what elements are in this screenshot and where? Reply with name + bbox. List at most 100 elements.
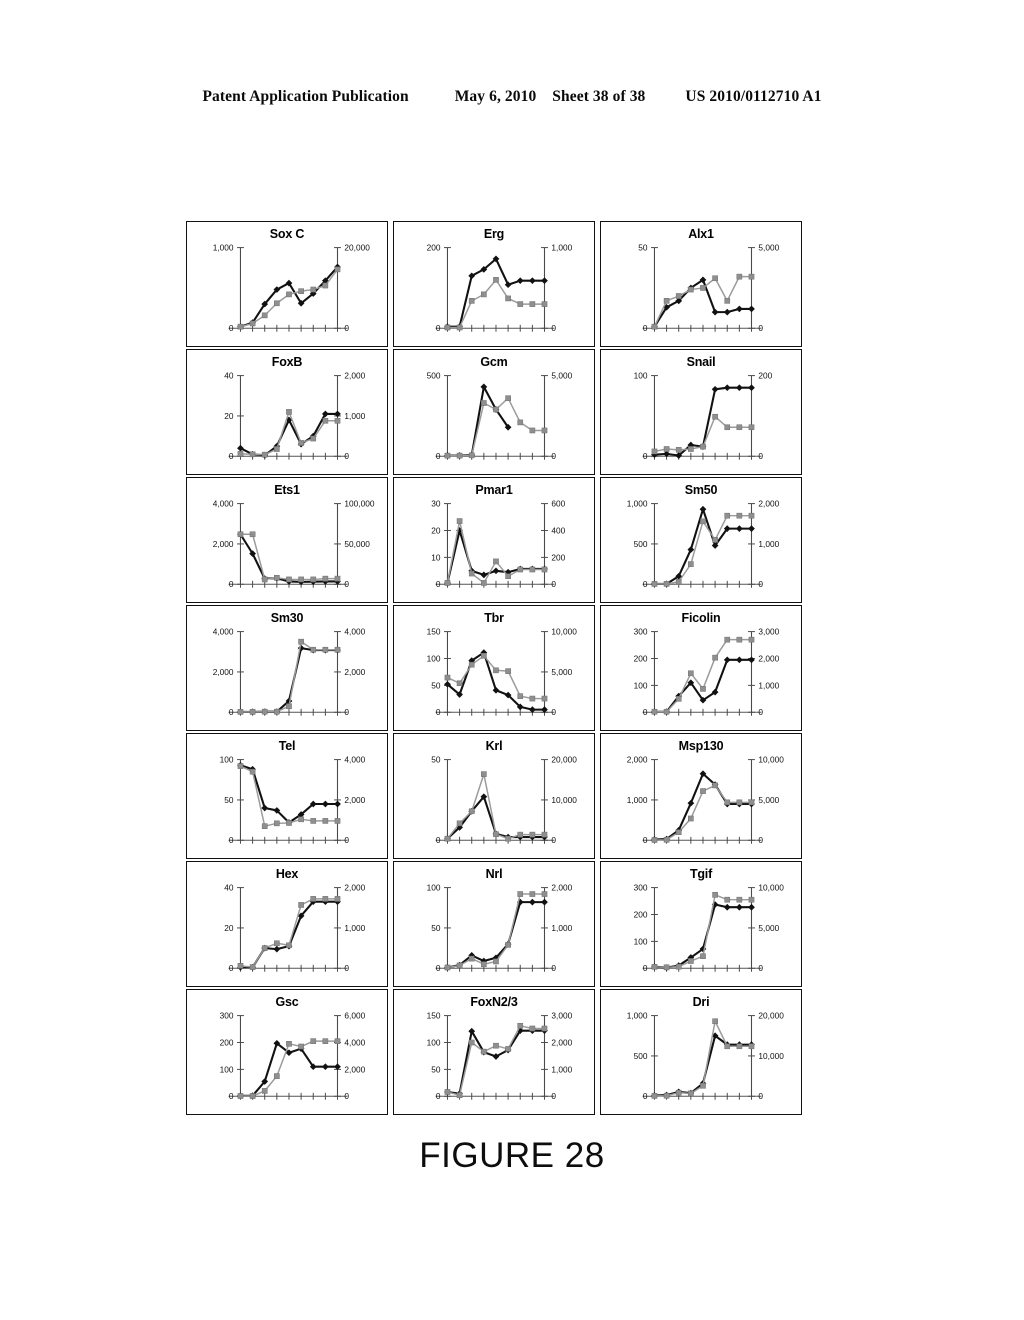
data-point-gray	[261, 312, 268, 319]
left-axis-tick-label: 10	[431, 552, 441, 562]
data-point-gray	[456, 820, 463, 827]
left-axis-tick-label: 2,000	[213, 667, 234, 677]
data-point-gray	[334, 818, 341, 824]
chart-panel: Ficolin 0 100 200 300 0 1,000 2,000 3,000	[600, 605, 802, 731]
left-axis-tick-label: 0	[436, 963, 441, 973]
right-axis-tick-label: 4,000	[344, 1037, 365, 1047]
right-axis-tick-label: 0	[551, 579, 556, 589]
right-axis-tick-label: 3,000	[758, 627, 779, 637]
data-point-gray	[736, 636, 743, 643]
panel-title: Dri	[692, 995, 710, 1009]
panel-title: Nrl	[485, 867, 503, 881]
data-point-gray	[651, 837, 658, 843]
data-point-gray	[444, 674, 451, 681]
data-point-gray	[334, 575, 341, 582]
data-point-gray	[505, 1046, 511, 1052]
data-point-gray	[663, 964, 670, 971]
data-point-gray	[334, 896, 341, 902]
data-point-gray	[724, 799, 731, 806]
panel-title: Gsc	[275, 995, 299, 1009]
data-point-black	[736, 305, 743, 313]
right-axis-tick-label: 0	[344, 1091, 349, 1101]
data-point-gray	[724, 896, 731, 903]
right-axis-tick-label: 5,000	[758, 923, 779, 933]
left-axis-tick-label: 40	[224, 371, 234, 381]
data-point-black	[748, 525, 755, 532]
data-point-gray	[286, 409, 292, 415]
right-axis-tick-label: 2,000	[344, 1064, 365, 1074]
data-point-gray	[468, 452, 475, 459]
data-point-gray	[517, 693, 524, 699]
data-point-gray	[322, 417, 329, 424]
right-axis-tick-label: 2,000	[551, 1037, 572, 1047]
panel-title: Tgif	[689, 867, 713, 881]
data-point-gray	[334, 417, 341, 424]
data-point-gray	[736, 512, 743, 519]
left-axis-tick-label: 100	[427, 883, 441, 893]
chart-panel: Erg 0 200 0 1,000	[393, 221, 595, 347]
data-point-gray	[700, 788, 706, 794]
left-axis-tick-label: 1,000	[627, 1011, 648, 1021]
data-point-gray	[712, 275, 718, 282]
data-point-gray	[237, 709, 244, 715]
data-point-gray	[310, 435, 317, 442]
data-point-gray	[456, 1092, 463, 1099]
right-axis-tick-label: 20,000	[758, 1011, 784, 1021]
left-axis-tick-label: 0	[436, 323, 441, 333]
data-point-gray	[468, 298, 475, 304]
left-axis-tick-label: 100	[427, 653, 441, 663]
data-point-gray	[237, 763, 244, 769]
data-point-gray	[529, 891, 536, 897]
right-axis-tick-label: 2,000	[344, 371, 365, 381]
data-point-gray	[444, 964, 451, 971]
data-point-gray	[249, 768, 256, 775]
data-point-gray	[712, 537, 718, 543]
data-point-gray	[651, 708, 658, 715]
left-axis-tick-label: 20	[224, 923, 234, 933]
left-axis-tick-label: 100	[634, 936, 648, 946]
data-point-gray	[310, 1038, 317, 1044]
left-axis-tick-label: 1,000	[627, 795, 648, 805]
right-axis-tick-label: 0	[551, 707, 556, 717]
data-point-gray	[688, 446, 694, 452]
left-axis-tick-label: 0	[229, 579, 234, 589]
data-point-gray	[481, 291, 487, 298]
panel-title: FoxB	[271, 355, 303, 369]
data-point-gray	[724, 636, 731, 643]
data-point-gray	[541, 566, 548, 573]
right-axis-tick-label: 0	[758, 323, 763, 333]
right-axis-tick-label: 1,000	[551, 923, 572, 933]
right-axis-tick-label: 0	[758, 451, 763, 461]
right-axis-tick-label: 2,000	[758, 653, 779, 663]
data-point-gray	[505, 942, 511, 948]
right-axis-tick-label: 0	[344, 451, 349, 461]
data-point-gray	[675, 447, 682, 453]
panel-title: Snail	[686, 355, 716, 369]
right-axis-tick-label: 100,000	[344, 499, 374, 509]
panel-title: Sm30	[270, 611, 304, 625]
data-point-gray	[322, 575, 329, 582]
right-axis-tick-label: 2,000	[551, 883, 572, 893]
data-point-gray	[444, 580, 451, 586]
left-axis-tick-label: 500	[634, 539, 648, 549]
data-point-gray	[298, 576, 304, 583]
data-point-gray	[274, 575, 280, 581]
data-point-gray	[724, 512, 731, 519]
data-point-gray	[724, 424, 731, 431]
left-axis-tick-label: 100	[634, 680, 648, 690]
right-axis-tick-label: 1,000	[344, 411, 365, 421]
data-point-gray	[481, 961, 487, 968]
data-point-gray	[748, 273, 755, 280]
data-point-gray	[249, 320, 256, 327]
panel-title: Msp130	[678, 739, 724, 753]
data-point-gray	[700, 443, 706, 450]
data-point-gray	[310, 818, 317, 824]
left-axis-tick-label: 0	[436, 835, 441, 845]
right-axis-tick-label: 1,000	[758, 680, 779, 690]
data-point-gray	[541, 1025, 548, 1032]
left-axis-tick-label: 0	[436, 451, 441, 461]
data-point-gray	[286, 820, 292, 826]
data-point-black	[334, 800, 341, 808]
data-point-gray	[663, 708, 670, 715]
data-point-gray	[748, 424, 755, 431]
